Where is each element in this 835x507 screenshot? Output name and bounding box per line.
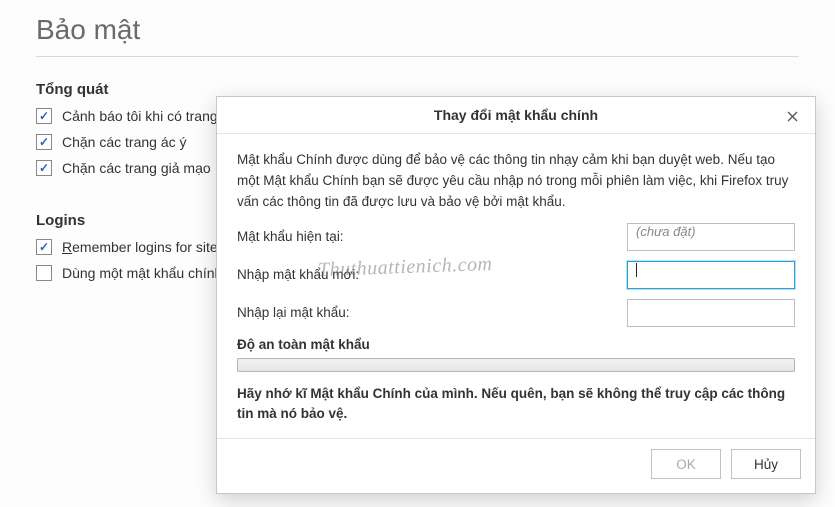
confirm-password-input[interactable] — [627, 299, 795, 327]
new-password-label: Nhập mật khẩu mới: — [237, 267, 627, 282]
password-strength-meter — [237, 358, 795, 372]
close-button[interactable] — [777, 103, 807, 129]
dialog-warning: Hãy nhớ kĩ Mật khẩu Chính của mình. Nếu … — [237, 384, 795, 425]
dialog-description: Mật khẩu Chính được dùng để bảo vệ các t… — [237, 150, 795, 213]
new-password-input[interactable] — [627, 261, 795, 289]
cancel-button[interactable]: Hủy — [731, 449, 801, 479]
password-strength-label: Độ an toàn mật khẩu — [237, 337, 795, 352]
modal-overlay: Thay đổi mật khẩu chính Mật khẩu Chính đ… — [0, 0, 835, 507]
row-current-password: Mật khẩu hiện tại: (chưa đặt) — [237, 223, 795, 251]
change-master-password-dialog: Thay đổi mật khẩu chính Mật khẩu Chính đ… — [216, 96, 816, 494]
dialog-footer: OK Hủy — [217, 438, 815, 493]
dialog-body: Mật khẩu Chính được dùng để bảo vệ các t… — [217, 134, 815, 438]
ok-button[interactable]: OK — [651, 449, 721, 479]
current-password-label: Mật khẩu hiện tại: — [237, 229, 627, 244]
current-password-input[interactable]: (chưa đặt) — [627, 223, 795, 251]
row-new-password: Nhập mật khẩu mới: — [237, 261, 795, 289]
close-icon — [787, 111, 798, 122]
text-caret — [636, 263, 637, 277]
row-confirm-password: Nhập lại mật khẩu: — [237, 299, 795, 327]
dialog-titlebar: Thay đổi mật khẩu chính — [217, 97, 815, 134]
dialog-title: Thay đổi mật khẩu chính — [434, 107, 598, 123]
confirm-password-label: Nhập lại mật khẩu: — [237, 305, 627, 320]
